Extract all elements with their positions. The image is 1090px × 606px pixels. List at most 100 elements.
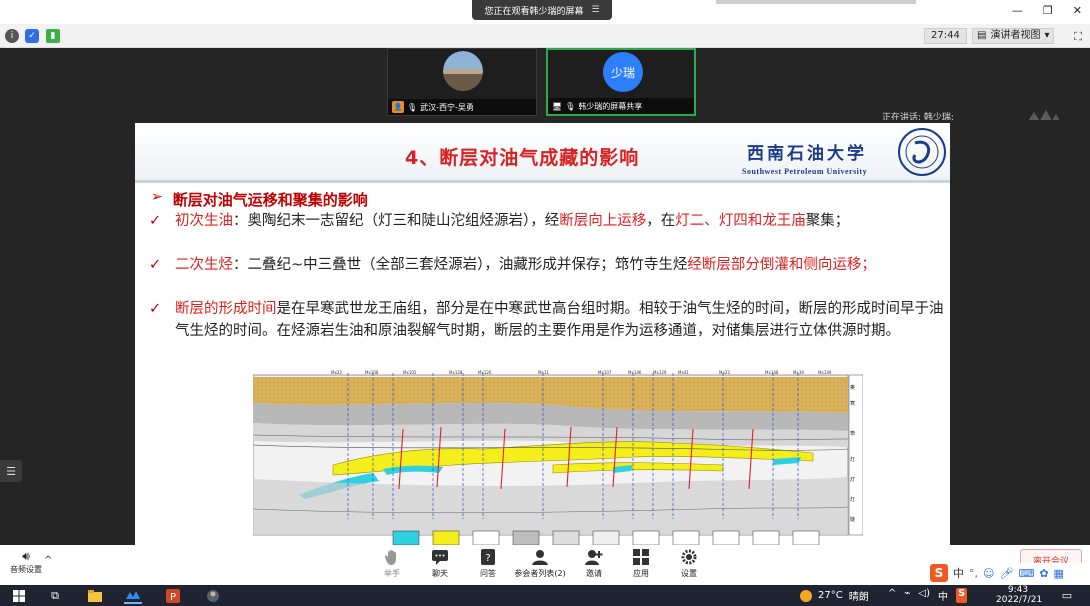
screen: 您正在观看韩少瑞的屏幕 ☰ — ❐ ✕ i ✓ ▮ 27:44 ▤ 演讲者视图 … (0, 0, 1090, 606)
body-text: 是在早寒武世龙王庙组，部分是在中寒武世高台组时期。相较于油气生烃的时间，断层的形… (175, 301, 944, 339)
body-text: ：奥陶纪末一志留纪（灯三和陡山沱组烃源岩），经 (233, 213, 560, 229)
svg-text:Mx126: Mx126 (478, 370, 492, 375)
bullet-item: ✓ 断层的形成时间是在早寒武世龙王庙组，部分是在中寒武世高台组时期。相较于油气生… (149, 298, 944, 342)
sogou-ime-icon[interactable]: S (930, 564, 948, 582)
slide-title: 4、断层对油气成藏的影响 (405, 147, 640, 169)
settings-label: 设置 (681, 569, 697, 578)
participant-label: 👤 🎙 武汉-西宁-吴勇 (388, 99, 536, 115)
invite-icon (585, 550, 603, 565)
sun-icon (800, 589, 812, 602)
clock-time: 9:43 (1007, 585, 1029, 595)
svg-text:Mx148: Mx148 (765, 370, 779, 375)
mic-icon: 🎙 (407, 102, 418, 112)
notification-icon[interactable]: ▭ (1058, 587, 1076, 604)
game-app-icon[interactable] (204, 587, 222, 604)
check-bullet-icon: ✓ (149, 213, 162, 229)
invite-label: 邀请 (586, 569, 602, 578)
svg-text:寒: 寒 (850, 400, 855, 407)
chat-label: 聊天 (432, 569, 448, 578)
settings-icon (681, 549, 697, 565)
windows-taskbar: ⧉ P 27°C 晴朗 ^ ⌁ ◁) 中 S 9:43 2022/7/21 ▭ (0, 585, 1090, 606)
speaker-icon: 🔊︎ (22, 549, 30, 563)
highlight-text: 灯二、灯四和龙王庙 (675, 213, 806, 229)
participant-tile[interactable]: 👤 🎙 武汉-西宁-吴勇 (387, 48, 537, 116)
shared-slide: 4、断层对油气成藏的影响 西南石油大学 Southwest Petroleum … (135, 123, 950, 545)
participant-name: 武汉-西宁-吴勇 (420, 102, 474, 112)
svg-text:Mx105: Mx105 (403, 370, 417, 375)
side-panel-toggle[interactable]: ☰ (0, 460, 22, 482)
temperature: 27°C (818, 590, 843, 601)
emoji-icon[interactable]: ☺ (983, 567, 994, 580)
sharing-banner-text: 您正在观看韩少瑞的屏幕 (484, 6, 584, 17)
participant-tile-active[interactable]: 少瑞 🖥 🎙 韩少瑞的屏幕共享 (546, 48, 696, 116)
svg-text:?: ? (485, 553, 490, 564)
svg-text:陡: 陡 (850, 516, 855, 523)
meeting-toolbar: i ✓ ▮ 27:44 ▤ 演讲者视图 ▾ ⛶ (0, 24, 1090, 48)
minimize-icon[interactable]: — (1012, 4, 1023, 17)
bullet-text: 断层的形成时间是在早寒武世龙王庙组，部分是在中寒武世高台组时期。相较于油气生烃的… (149, 298, 944, 342)
windows-start-icon[interactable] (10, 587, 28, 604)
svg-text:Mx41: Mx41 (678, 370, 689, 375)
chat-icon (432, 550, 448, 565)
weather-text: 晴朗 (848, 592, 869, 603)
participants-button[interactable]: 参会者列表(2) (510, 548, 570, 579)
fullscreen-icon[interactable]: ⛶ (1074, 30, 1082, 44)
shield-icon[interactable]: ✓ (25, 29, 39, 43)
ime-lang-indicator[interactable]: 中 (938, 588, 948, 603)
top-drag-handle[interactable] (716, 0, 916, 4)
info-icon[interactable]: i (5, 29, 19, 43)
svg-text:P: P (170, 592, 176, 603)
chevron-up-icon[interactable]: ^ (44, 555, 52, 566)
highlight-text: 经断层部分倒灌和侧向运移； (687, 257, 876, 273)
ime-lang[interactable]: 中 (953, 565, 964, 581)
svg-text:Mx108: Mx108 (365, 370, 379, 375)
arrow-bullet-icon: ➢ (151, 189, 163, 205)
task-view-icon[interactable]: ⧉ (46, 587, 64, 604)
svg-text:Mx129: Mx129 (653, 370, 667, 375)
weather-widget[interactable]: 27°C 晴朗 (800, 588, 869, 603)
taskbar-clock[interactable]: 9:43 2022/7/21 (996, 585, 1042, 605)
audio-settings-button[interactable]: 🔊︎ 音频设置 (4, 549, 48, 575)
network-icon[interactable]: ⌁ (904, 588, 910, 603)
bullet-text: 二次生烃：二叠纪~中三叠世（全部三套烃源岩），油藏形成并保存；筇竹寺生烃经断层部… (149, 254, 944, 276)
voice-icon[interactable]: 🎤︎ (999, 567, 1013, 580)
toolbox-icon[interactable]: ▦ (1054, 567, 1064, 580)
sharing-banner[interactable]: 您正在观看韩少瑞的屏幕 ☰ (472, 0, 612, 20)
meeting-app-icon[interactable] (124, 587, 142, 604)
participants-icon (532, 550, 548, 565)
highlight-text: 断层向上运移 (559, 213, 647, 229)
svg-text:Mx149: Mx149 (818, 370, 832, 375)
file-explorer-icon[interactable] (86, 587, 104, 604)
participant-avatar: 少瑞 (603, 52, 643, 92)
bullet-item: ✓ 初次生油：奥陶纪末一志留纪（灯三和陡山沱组烃源岩），经断层向上运移，在灯二、… (149, 210, 944, 232)
participant-avatar (443, 51, 483, 91)
highlight-text: 断层的形成时间 (175, 301, 277, 317)
restore-icon[interactable]: ❐ (1043, 4, 1053, 17)
window-controls: — ❐ ✕ (1012, 4, 1082, 17)
chevron-up-icon[interactable]: ^ (888, 588, 896, 603)
header-divider (135, 180, 950, 183)
university-seal-icon (898, 128, 946, 176)
menu-icon[interactable]: ☰ (591, 5, 599, 15)
punctuation-icon[interactable]: °, (969, 567, 978, 580)
powerpoint-icon[interactable]: P (164, 587, 182, 604)
highlight-text: 初次生油 (175, 213, 233, 229)
close-icon[interactable]: ✕ (1073, 4, 1082, 17)
slide-heading: ➢ 断层对油气运移和聚集的影响 (151, 189, 368, 210)
volume-icon[interactable]: ◁) (918, 588, 930, 603)
presenter-view-button[interactable]: ▤ 演讲者视图 ▾ (972, 28, 1055, 44)
svg-text:Mx22: Mx22 (331, 370, 342, 375)
university-name-en: Southwest Petroleum University (742, 167, 868, 176)
signal-icon[interactable]: ▮ (46, 29, 60, 43)
university-name-cn: 西南石油大学 (747, 144, 867, 164)
svg-text:奥: 奥 (850, 384, 855, 391)
skin-icon[interactable]: ✿ (1039, 567, 1048, 580)
qa-button[interactable]: ? 问答 (458, 548, 518, 579)
sogou-tray-icon[interactable]: S (956, 588, 968, 603)
check-bullet-icon: ✓ (149, 301, 162, 317)
keyboard-icon[interactable]: ⌨ (1018, 567, 1034, 580)
check-bullet-icon: ✓ (149, 257, 162, 273)
body-text: ：二叠纪~中三叠世（全部三套烃源岩），油藏形成并保存；筇竹寺生烃 (233, 257, 688, 273)
raise-hand-label: 举手 (384, 569, 400, 578)
settings-button[interactable]: 设置 (659, 548, 719, 579)
